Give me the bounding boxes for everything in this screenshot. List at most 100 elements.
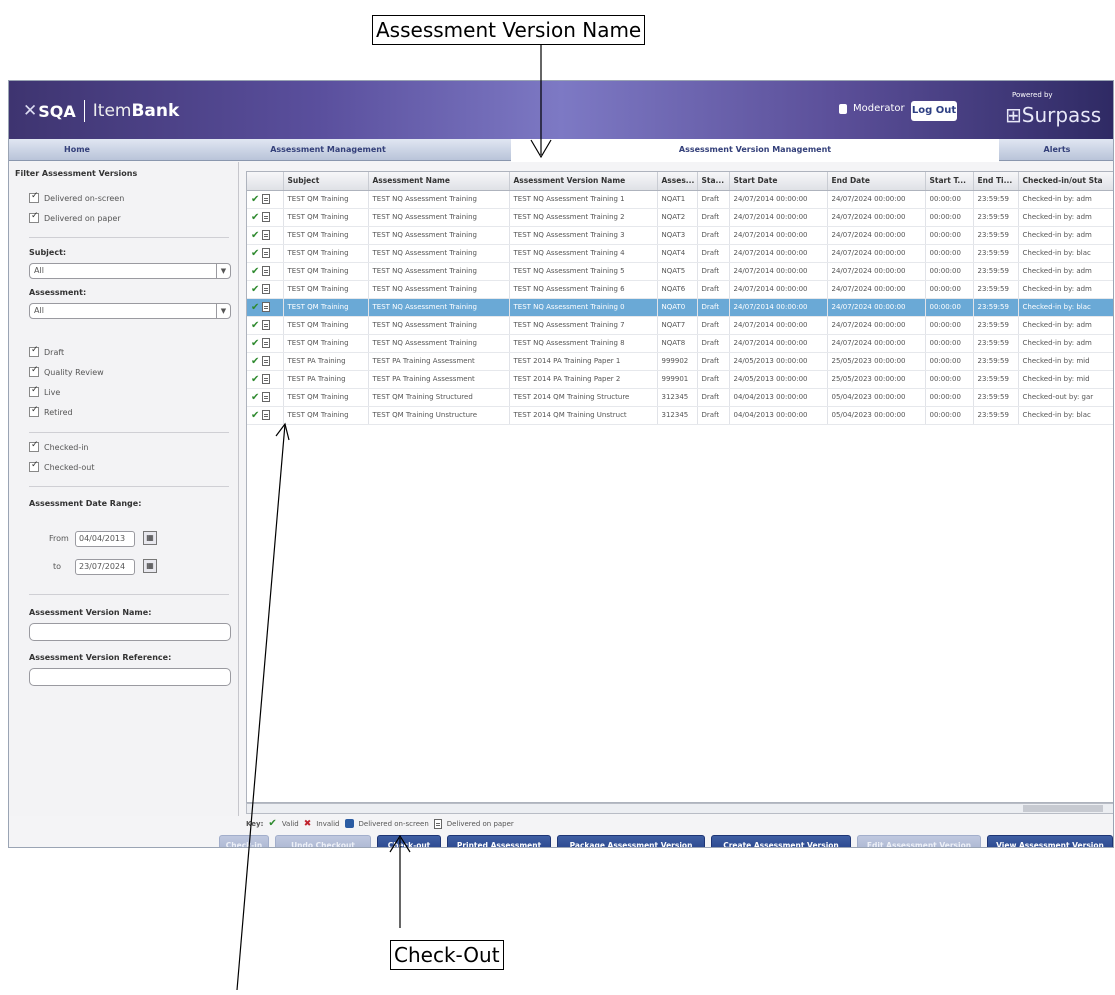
checkbox[interactable] <box>29 440 39 452</box>
calendar-icon[interactable]: ▦ <box>143 559 157 573</box>
from-date-input[interactable]: 04/04/2013 <box>75 531 135 547</box>
scrollbar-thumb[interactable] <box>1023 805 1103 812</box>
undo-checkout-button[interactable]: Undo Checkout <box>275 835 371 847</box>
valid-check-icon: ✔ <box>251 409 260 421</box>
status-icons-cell: ✔ <box>247 280 284 299</box>
printed-assessment-button[interactable]: Printed Assessment <box>447 835 551 847</box>
legend-key: Key: ✔ Valid ✖ Invalid Delivered on-scre… <box>246 818 514 829</box>
table-cell: 05/04/2023 00:00:00 <box>827 406 926 425</box>
horizontal-scrollbar[interactable] <box>246 803 1113 814</box>
onscreen-shield-icon <box>344 819 354 828</box>
table-cell: 312345 <box>657 388 698 407</box>
checkbox-label: Live <box>44 387 61 397</box>
table-cell: 00:00:00 <box>925 262 974 281</box>
grid-column-header[interactable] <box>247 172 284 191</box>
checkbox[interactable] <box>29 191 39 203</box>
table-cell: 24/07/2024 00:00:00 <box>827 298 926 317</box>
table-cell: Checked-in by: adm <box>1018 316 1113 335</box>
filter-status-live[interactable]: Live <box>29 385 61 397</box>
assessment-select[interactable]: All ▼ <box>29 303 231 319</box>
valid-check-icon: ✔ <box>251 193 260 205</box>
checkbox[interactable] <box>29 211 39 223</box>
table-cell: 00:00:00 <box>925 370 974 389</box>
table-row[interactable]: ✔ TEST QM Training TEST NQ Assessment Trai… <box>247 226 1113 245</box>
version-reference-input[interactable] <box>29 668 231 686</box>
package-assessment-version-button[interactable]: Package Assessment Version <box>557 835 705 847</box>
grid-column-header[interactable]: Start Date <box>729 172 828 191</box>
table-row[interactable]: ✔ TEST PA Training TEST PA Training Assess… <box>247 352 1113 371</box>
table-cell: Checked-in by: adm <box>1018 334 1113 353</box>
grid-column-header[interactable]: Asses... <box>657 172 698 191</box>
grid-column-header[interactable]: Assessment Name <box>368 172 510 191</box>
table-cell: 24/07/2024 00:00:00 <box>827 316 926 335</box>
table-cell: TEST NQ Assessment Training <box>368 226 510 245</box>
tab-assessment-version-management[interactable]: Assessment Version Management <box>511 139 999 162</box>
tab-assessment-management[interactable]: Assessment Management <box>145 139 511 161</box>
subject-select[interactable]: All ▼ <box>29 263 231 279</box>
grid-column-header[interactable]: End Date <box>827 172 926 191</box>
grid-column-header[interactable]: End Ti... <box>973 172 1019 191</box>
tab-home[interactable]: Home <box>9 139 145 161</box>
view-assessment-version-button[interactable]: View Assessment Version <box>987 835 1113 847</box>
filter-delivered-paper[interactable]: Delivered on paper <box>29 211 121 223</box>
table-cell: TEST NQ Assessment Training <box>368 262 510 281</box>
grid-column-header[interactable]: Subject <box>283 172 369 191</box>
app-header: ✕ SQA Item Bank Moderator Log Out Powered… <box>9 81 1113 139</box>
edit-assessment-version-button[interactable]: Edit Assessment Version <box>857 835 981 847</box>
valid-check-icon: ✔ <box>251 229 260 241</box>
grid-column-header[interactable]: Assessment Version Name <box>509 172 658 191</box>
filter-checked-in[interactable]: Checked-in <box>29 440 89 452</box>
table-row[interactable]: ✔ TEST QM Training TEST NQ Assessment Trai… <box>247 334 1113 353</box>
logout-button[interactable]: Log Out <box>911 101 957 121</box>
status-icons-cell: ✔ <box>247 334 284 353</box>
table-cell: Checked-in by: blac <box>1018 244 1113 263</box>
checkbox[interactable] <box>29 385 39 397</box>
calendar-icon[interactable]: ▦ <box>143 531 157 545</box>
table-cell: 24/07/2014 00:00:00 <box>729 280 828 299</box>
table-cell: NQAT2 <box>657 208 698 227</box>
table-cell: TEST QM Training Structured <box>368 388 510 407</box>
filter-status-retired[interactable]: Retired <box>29 405 73 417</box>
check-in-button[interactable]: Check-in <box>219 835 269 847</box>
table-cell: Draft <box>697 226 730 245</box>
table-row[interactable]: ✔ TEST QM Training TEST QM Training Struct… <box>247 388 1113 407</box>
table-row[interactable]: ✔ TEST QM Training TEST NQ Assessment Trai… <box>247 280 1113 299</box>
table-row[interactable]: ✔ TEST QM Training TEST NQ Assessment Trai… <box>247 190 1113 209</box>
check-out-button[interactable]: Check-out <box>377 835 441 847</box>
table-row[interactable]: ✔ TEST QM Training TEST NQ Assessment Trai… <box>247 262 1113 281</box>
filter-checked-out[interactable]: Checked-out <box>29 460 94 472</box>
divider <box>29 432 229 433</box>
version-name-input[interactable] <box>29 623 231 641</box>
filter-status-draft[interactable]: Draft <box>29 345 64 357</box>
filter-delivered-onscreen[interactable]: Delivered on-screen <box>29 191 124 203</box>
to-date-input[interactable]: 23/07/2024 <box>75 559 135 575</box>
table-row[interactable]: ✔ TEST QM Training TEST NQ Assessment Trai… <box>247 244 1113 263</box>
table-row[interactable]: ✔ TEST QM Training TEST NQ Assessment Trai… <box>247 298 1113 317</box>
chevron-down-icon[interactable]: ▼ <box>216 304 230 318</box>
filter-sidebar: Filter Assessment Versions Delivered on-… <box>9 162 239 816</box>
table-cell: 00:00:00 <box>925 334 974 353</box>
table-cell: TEST NQ Assessment Training 8 <box>509 334 658 353</box>
checkbox[interactable] <box>29 365 39 377</box>
grid-column-header[interactable]: Start T... <box>925 172 974 191</box>
checkbox[interactable] <box>29 460 39 472</box>
key-paper: Delivered on paper <box>446 819 514 828</box>
table-row[interactable]: ✔ TEST QM Training TEST NQ Assessment Trai… <box>247 208 1113 227</box>
table-cell: NQAT3 <box>657 226 698 245</box>
valid-check-icon: ✔ <box>251 355 260 367</box>
grid-column-header[interactable]: Checked-in/out Sta <box>1018 172 1113 191</box>
table-cell: TEST QM Training <box>283 244 369 263</box>
table-row[interactable]: ✔ TEST PA Training TEST PA Training Assess… <box>247 370 1113 389</box>
grid-column-header[interactable]: Sta... <box>697 172 730 191</box>
checkbox[interactable] <box>29 405 39 417</box>
table-cell: TEST QM Training <box>283 388 369 407</box>
table-cell: 24/05/2013 00:00:00 <box>729 352 828 371</box>
table-row[interactable]: ✔ TEST QM Training TEST NQ Assessment Trai… <box>247 316 1113 335</box>
table-cell: 23:59:59 <box>973 316 1019 335</box>
table-row[interactable]: ✔ TEST QM Training TEST QM Training Unstru… <box>247 406 1113 425</box>
checkbox[interactable] <box>29 345 39 357</box>
create-assessment-version-button[interactable]: Create Assessment Version <box>711 835 851 847</box>
tab-alerts[interactable]: Alerts <box>999 139 1113 161</box>
chevron-down-icon[interactable]: ▼ <box>216 264 230 278</box>
filter-status-quality-review[interactable]: Quality Review <box>29 365 104 377</box>
